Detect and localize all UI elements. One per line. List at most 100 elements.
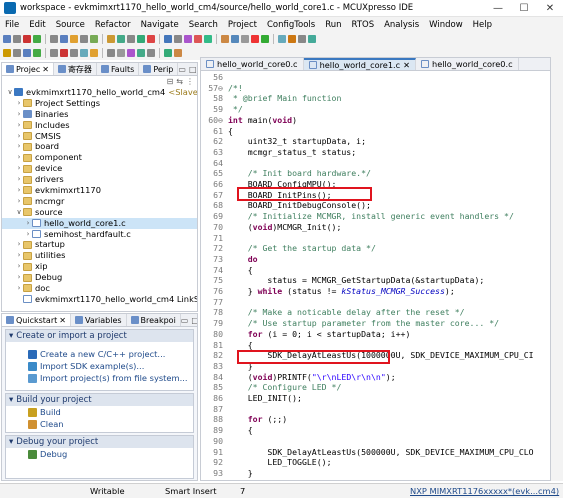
toolbar-tool-21-icon[interactable] [241,35,249,43]
toolbar-nav-10-icon[interactable] [117,49,125,57]
tree-item[interactable]: › hello_world_core1.c [2,217,197,229]
expanded-arrow-icon[interactable]: ∨ [15,207,23,218]
tree-item[interactable]: › Debug [2,272,197,283]
editor-tab[interactable]: hello_world_core0.c [201,58,304,70]
collapsed-arrow-icon[interactable]: › [24,229,32,240]
close-tab-icon[interactable]: ✕ [403,60,410,70]
tree-item[interactable]: › xip [2,261,197,272]
collapse-arrow-icon[interactable]: ▾ [9,437,13,447]
tab-faults[interactable]: Faults [97,63,140,75]
toolbar-nav-13-icon[interactable] [147,49,155,57]
toolbar-nav-14-icon[interactable] [164,49,172,57]
close-tab-icon[interactable]: ✕ [59,316,66,325]
tree-item[interactable]: › drivers [2,174,197,185]
toolbar-tool-27-icon[interactable] [308,35,316,43]
toolbar-nav-1-icon[interactable] [13,49,21,57]
toolbar-nav-5-icon[interactable] [60,49,68,57]
toolbar-nav-6-icon[interactable] [70,49,78,57]
toolbar-tool-12-icon[interactable] [137,35,145,43]
quickstart-action[interactable]: Import SDK example(s)... [6,360,193,372]
menu-configtools[interactable]: ConfigTools [262,20,320,30]
toolbar-nav-8-icon[interactable] [90,49,98,57]
toolbar-tool-23-icon[interactable] [261,35,269,43]
toolbar-tool-13-icon[interactable] [147,35,155,43]
collapsed-arrow-icon[interactable]: › [15,239,23,250]
tree-item[interactable]: › mcmgr [2,196,197,207]
menu-rtos[interactable]: RTOS [347,20,380,30]
menu-run[interactable]: Run [320,20,346,30]
toolbar-tool-2-icon[interactable] [23,35,31,43]
toolbar-tool-24-icon[interactable] [278,35,286,43]
maximize-button[interactable]: ☐ [511,3,537,14]
toolbar-nav-0-icon[interactable] [3,49,11,57]
toolbar-tool-20-icon[interactable] [231,35,239,43]
toolbar-tool-14-icon[interactable] [164,35,172,43]
toolbar-tool-10-icon[interactable] [117,35,125,43]
tree-item[interactable]: › Binaries [2,109,197,120]
tab-breakpoints[interactable]: Breakpoi [127,314,181,326]
menu-edit[interactable]: Edit [24,20,50,30]
quickstart-action[interactable]: Build [6,406,193,418]
collapsed-arrow-icon[interactable]: › [15,272,23,283]
quickstart-action[interactable]: Debug [6,448,193,460]
tree-item[interactable]: › utilities [2,250,197,261]
maximize-panel-icon[interactable]: □ [191,316,197,325]
toolbar-tool-4-icon[interactable] [50,35,58,43]
quickstart-action[interactable]: Create a new C/C++ project... [6,348,193,360]
editor-tab[interactable]: hello_world_core0.c [416,58,519,70]
menu-search[interactable]: Search [184,20,223,30]
section-header[interactable]: ▾ Build your project [6,394,193,406]
tree-item[interactable]: › board [2,141,197,152]
toolbar-tool-6-icon[interactable] [70,35,78,43]
toolbar-tool-9-icon[interactable] [107,35,115,43]
collapse-arrow-icon[interactable]: ▾ [9,395,13,405]
menu-navigate[interactable]: Navigate [136,20,184,30]
toolbar-nav-15-icon[interactable] [174,49,182,57]
menu-help[interactable]: Help [468,20,497,30]
expanded-arrow-icon[interactable]: ∨ [6,87,14,98]
toolbar-nav-9-icon[interactable] [107,49,115,57]
collapsed-arrow-icon[interactable]: › [15,185,23,196]
toolbar-tool-3-icon[interactable] [33,35,41,43]
section-header[interactable]: ▾ Create or import a project [6,330,193,342]
tree-item[interactable]: › Includes [2,120,197,131]
quickstart-action[interactable]: Clean [6,418,193,430]
toolbar-tool-17-icon[interactable] [194,35,202,43]
collapsed-arrow-icon[interactable]: › [15,250,23,261]
quickstart-action[interactable]: Import project(s) from file system... [6,372,193,384]
section-header[interactable]: ▾ Debug your project [6,436,193,448]
tab-project-explorer[interactable]: Projec ✕ [2,63,54,75]
collapse-arrow-icon[interactable]: ▾ [9,331,13,341]
toolbar-tool-22-icon[interactable] [251,35,259,43]
toolbar-tool-18-icon[interactable] [204,35,212,43]
status-device-link[interactable]: NXP MIMXRT1176xxxxx*(evk...cm4) [410,486,559,496]
toolbar-nav-11-icon[interactable] [127,49,135,57]
minimize-panel-icon[interactable]: ▭ [178,65,186,74]
tree-item[interactable]: ∨ evkmimxrt1170_hello_world_cm4<Slave> <I [2,87,197,98]
tab-registers[interactable]: 寄存器 [54,63,97,75]
collapsed-arrow-icon[interactable]: › [15,163,23,174]
view-menu-icon[interactable]: ⋮ [186,77,194,86]
collapsed-arrow-icon[interactable]: › [15,283,23,294]
tree-item[interactable]: › doc [2,283,197,294]
tree-item[interactable]: › Project Settings [2,98,197,109]
toolbar-tool-11-icon[interactable] [127,35,135,43]
tree-item[interactable]: › component [2,152,197,163]
tree-item[interactable]: › semihost_hardfault.c [2,229,197,240]
minimize-button[interactable]: — [485,3,511,14]
menu-refactor[interactable]: Refactor [90,20,136,30]
toolbar-tool-8-icon[interactable] [90,35,98,43]
collapsed-arrow-icon[interactable]: › [15,196,23,207]
code-editor[interactable]: hello_world_core0.c hello_world_core1.c ✕ h… [200,57,551,481]
menu-project[interactable]: Project [223,20,262,30]
toolbar-nav-7-icon[interactable] [80,49,88,57]
toolbar-tool-0-icon[interactable] [3,35,11,43]
collapsed-arrow-icon[interactable]: › [15,120,23,131]
link-editor-icon[interactable]: ⇆ [176,77,183,86]
collapsed-arrow-icon[interactable]: › [15,98,23,109]
tab-variables[interactable]: Variables [71,314,127,326]
toolbar-tool-5-icon[interactable] [60,35,68,43]
toolbar-nav-2-icon[interactable] [23,49,31,57]
tab-peripherals[interactable]: Perip [139,63,179,75]
toolbar-tool-26-icon[interactable] [298,35,306,43]
